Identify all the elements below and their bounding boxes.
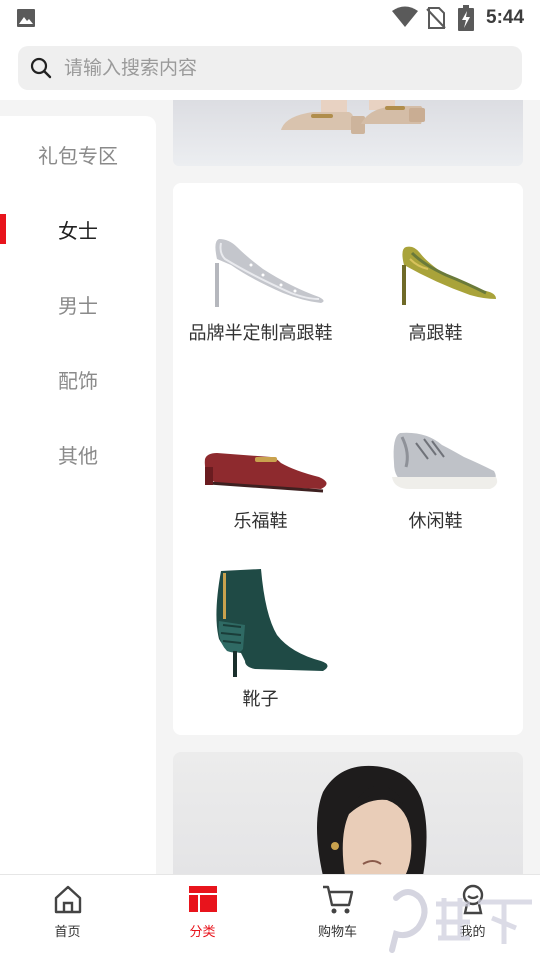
category-label: 乐福鞋 bbox=[233, 511, 288, 532]
status-time: 5:44 bbox=[486, 7, 525, 28]
sidebar-item-label: 配饰 bbox=[58, 368, 98, 393]
gallery-icon bbox=[17, 9, 35, 27]
sidebar-item-women[interactable]: 女士 bbox=[0, 199, 156, 259]
category-label: 休闲鞋 bbox=[408, 511, 463, 532]
sidebar-item-other[interactable]: 其他 bbox=[0, 424, 156, 484]
watermark-logo bbox=[389, 889, 532, 953]
category-item[interactable]: 靴子 bbox=[173, 565, 348, 711]
sidebar-item-label: 其他 bbox=[58, 443, 98, 468]
banner-loafers-image bbox=[281, 100, 425, 134]
tab-label: 首页 bbox=[54, 925, 81, 940]
category-item[interactable]: 高跟鞋 bbox=[348, 235, 523, 345]
active-indicator bbox=[0, 214, 6, 244]
status-bar: 5:44 bbox=[0, 0, 540, 36]
sidebar-item-label: 女士 bbox=[58, 218, 98, 243]
silver-sneaker-image bbox=[391, 432, 497, 489]
category-sidebar: 礼包专区 女士 男士 配饰 其他 bbox=[0, 116, 156, 874]
burgundy-loafer-image bbox=[204, 453, 327, 493]
category-label: 靴子 bbox=[242, 689, 279, 710]
category-label: 高跟鞋 bbox=[408, 323, 463, 344]
category-label: 品牌半定制高跟鞋 bbox=[188, 323, 333, 344]
cart-icon bbox=[322, 885, 353, 914]
sidebar-item-label: 礼包专区 bbox=[38, 143, 118, 168]
green-ankle-boot-image bbox=[215, 569, 328, 677]
category-item[interactable]: 乐福鞋 bbox=[173, 423, 348, 533]
promo-banner[interactable] bbox=[173, 752, 523, 876]
category-item[interactable]: 品牌半定制高跟鞋 bbox=[173, 235, 348, 345]
tab-label: 分类 bbox=[189, 925, 216, 940]
sidebar-item-men[interactable]: 男士 bbox=[0, 274, 156, 334]
sidebar-item-label: 男士 bbox=[58, 293, 98, 318]
yellow-snakeskin-pump-image bbox=[401, 246, 496, 305]
banner-model-image bbox=[317, 765, 427, 876]
silver-pump-shoe-image bbox=[214, 239, 324, 307]
search-input[interactable] bbox=[64, 52, 504, 84]
battery-charging-icon bbox=[458, 5, 474, 31]
category-item[interactable]: 休闲鞋 bbox=[348, 423, 523, 533]
tab-home[interactable]: 首页 bbox=[0, 883, 135, 953]
top-banner[interactable] bbox=[173, 100, 523, 166]
search-box[interactable] bbox=[18, 46, 522, 90]
sidebar-item-accessories[interactable]: 配饰 bbox=[0, 349, 156, 409]
category-grid-card: 品牌半定制高跟鞋 高跟鞋 乐福鞋 休闲鞋 靴子 bbox=[173, 183, 523, 735]
home-icon bbox=[54, 885, 81, 914]
search-icon bbox=[30, 57, 52, 79]
sidebar-item-gift-packs[interactable]: 礼包专区 bbox=[0, 124, 156, 184]
tab-category[interactable]: 分类 bbox=[135, 883, 270, 953]
search-bar bbox=[0, 36, 540, 100]
wifi-icon bbox=[392, 6, 418, 27]
no-sim-icon bbox=[426, 7, 446, 29]
category-icon bbox=[188, 886, 217, 912]
